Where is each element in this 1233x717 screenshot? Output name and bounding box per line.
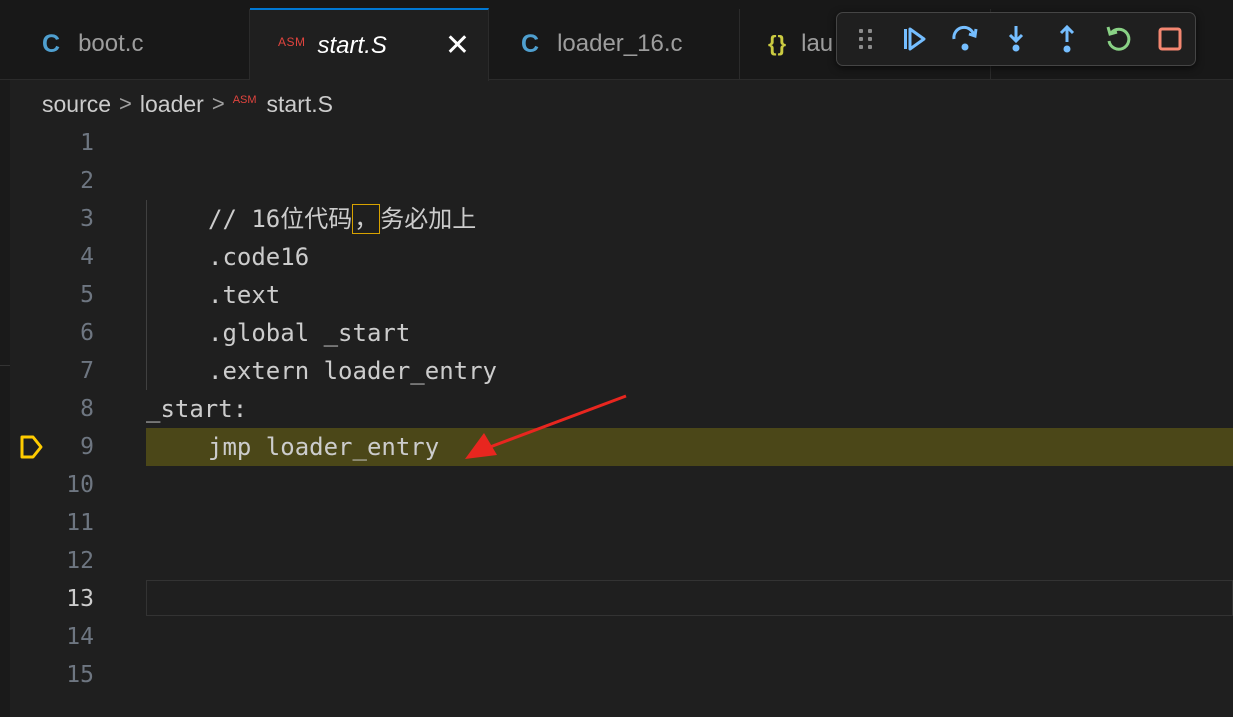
code-editor[interactable]: 1 2 3 4 5 6 7 8 9 10 11 12 13 14 15 // 1… (0, 124, 1233, 717)
c-file-icon: C (521, 29, 540, 58)
code-line-7: .extern loader_entry (208, 357, 497, 385)
close-icon[interactable]: ✕ (445, 30, 470, 61)
restart-button[interactable] (1093, 19, 1144, 59)
restart-icon (1107, 26, 1131, 51)
step-over-icon (952, 25, 978, 51)
line-number-current: 13 (66, 586, 94, 612)
line-number: 4 (80, 244, 94, 270)
code-line-3: // 16位代码，务必加上 (208, 200, 476, 238)
current-line-highlight (146, 580, 1233, 616)
drag-handle-icon[interactable] (859, 29, 873, 49)
debug-toolbar (836, 12, 1196, 66)
asm-file-icon: ASM (278, 34, 306, 49)
tab-loader-16-c[interactable]: C loader_16.c (489, 9, 740, 79)
code-line-4: .code16 (208, 243, 310, 271)
continue-button[interactable] (889, 19, 940, 59)
code-line-8: _start: (146, 395, 248, 423)
line-number: 2 (80, 168, 94, 194)
comment-text: 务必加上 (380, 205, 477, 233)
code-line-6: .global _start (208, 319, 411, 347)
line-number: 12 (66, 548, 94, 574)
chevron-right-icon: > (119, 91, 132, 116)
tab-label: lau (801, 30, 834, 57)
line-number: 9 (80, 434, 94, 460)
chevron-right-icon: > (211, 91, 225, 116)
line-number: 10 (66, 472, 94, 498)
breadcrumb-item-source[interactable]: source (42, 91, 111, 118)
indent-guide (146, 200, 147, 390)
continue-icon (904, 27, 926, 51)
step-out-icon (1060, 24, 1075, 53)
line-number: 14 (66, 624, 94, 650)
line-number: 6 (80, 320, 94, 346)
breadcrumb: source > loader > ASM start.S (42, 88, 333, 120)
step-out-button[interactable] (1042, 19, 1093, 59)
asm-file-icon: ASM (232, 94, 257, 106)
breadcrumb-item-file[interactable]: start.S (267, 91, 333, 118)
stop-icon (1158, 27, 1181, 51)
comment-text: // 16位代码 (208, 205, 353, 233)
step-over-button[interactable] (940, 19, 991, 59)
highlighted-char: ， (352, 204, 381, 234)
debug-stackframe-arrow-icon[interactable] (19, 435, 43, 459)
line-number: 1 (80, 130, 94, 156)
line-number: 5 (80, 282, 94, 308)
tab-label: start.S (317, 31, 387, 59)
json-file-icon: {} (768, 31, 788, 56)
breadcrumb-item-loader[interactable]: loader (140, 91, 204, 118)
tab-label: boot.c (78, 30, 144, 57)
tab-start-s[interactable]: ASM start.S ✕ (250, 8, 489, 81)
line-number: 8 (80, 396, 94, 422)
code-line-9: jmp loader_entry (208, 433, 440, 461)
line-number: 7 (80, 358, 94, 384)
tab-label: loader_16.c (557, 30, 683, 57)
step-into-button[interactable] (991, 19, 1042, 59)
step-into-icon (1009, 26, 1024, 52)
line-number: 15 (66, 662, 94, 688)
tab-boot-c[interactable]: C boot.c (10, 9, 250, 79)
stop-button[interactable] (1144, 19, 1195, 59)
code-line-5: .text (208, 281, 281, 309)
line-number: 3 (80, 206, 94, 232)
line-number: 11 (66, 510, 94, 536)
c-file-icon: C (42, 29, 61, 58)
